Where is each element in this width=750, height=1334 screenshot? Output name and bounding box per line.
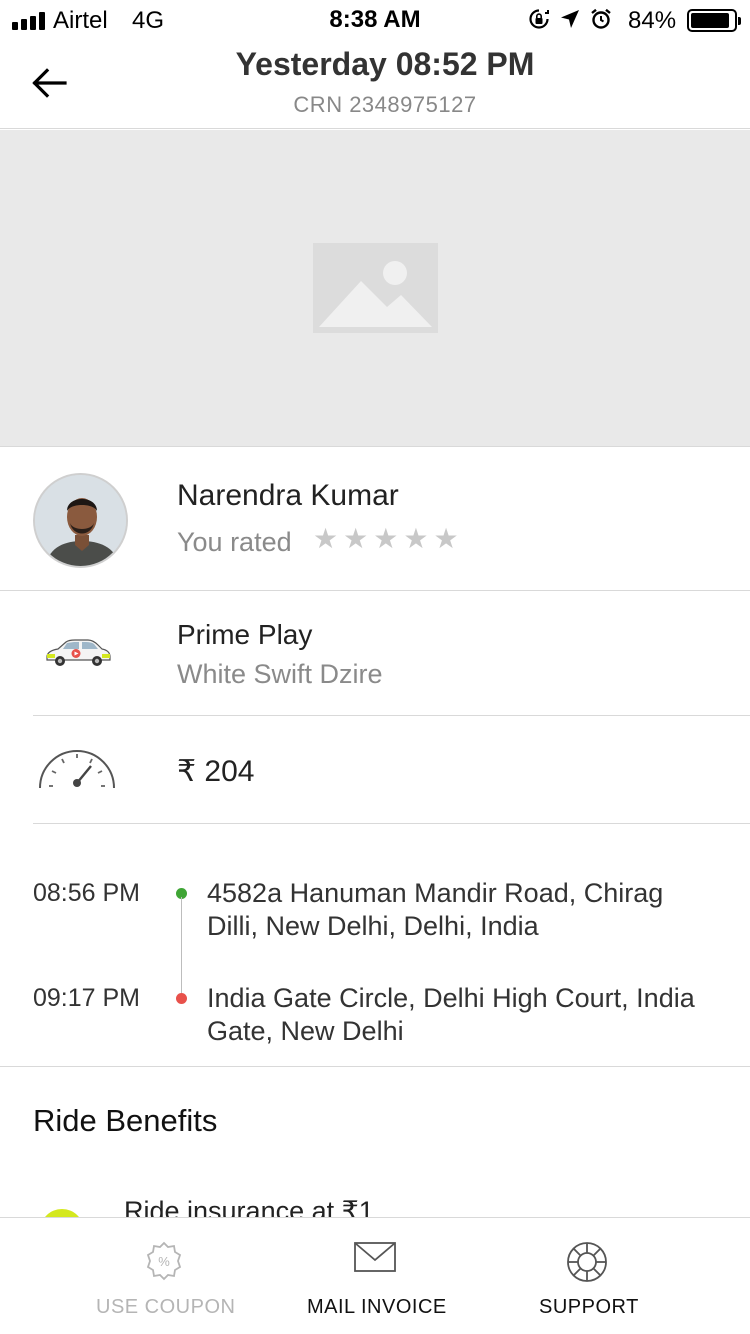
driver-name: Narendra Kumar: [177, 479, 399, 512]
crn-number: CRN 2348975127: [293, 92, 477, 117]
location-arrow-icon: [561, 10, 579, 28]
star-icon[interactable]: ★: [343, 525, 368, 553]
car-section: Prime Play White Swift Dzire: [0, 592, 750, 716]
support-label: SUPPORT: [539, 1296, 639, 1318]
page-title: Yesterday 08:52 PM: [235, 46, 535, 82]
mail-invoice-label: MAIL INVOICE: [307, 1296, 447, 1318]
ride-header: Yesterday 08:52 PM CRN 2348975127: [0, 40, 750, 129]
fare-section: ₹ 204: [0, 716, 750, 824]
orientation-lock-icon: [529, 9, 549, 29]
section-title: Ride Benefits: [33, 1103, 218, 1138]
bottom-action-bar: % USE COUPON MAIL INVOICE SUPPORT: [0, 1217, 750, 1334]
car-category: Prime Play: [177, 619, 313, 650]
driver-section: Narendra Kumar You rated ★ ★ ★ ★ ★: [0, 448, 750, 591]
use-coupon-label: USE COUPON: [96, 1296, 236, 1318]
drop-address: India Gate Circle, Delhi High Court, Ind…: [207, 983, 695, 1046]
rating-stars[interactable]: ★ ★ ★ ★ ★: [313, 525, 459, 553]
image-placeholder-icon: [313, 243, 438, 333]
pickup-address: 4582a Hanuman Mandir Road, Chirag Dilli,…: [207, 878, 664, 941]
route-map: [0, 130, 750, 447]
car-icon: [46, 639, 111, 666]
drop-marker-icon: [176, 993, 187, 1004]
status-bar: Airtel 4G 8:38 AM 84%: [0, 0, 750, 40]
support-button[interactable]: SUPPORT: [520, 1218, 654, 1334]
rating-label: You rated: [177, 527, 292, 557]
drop-time: 09:17 PM: [33, 984, 141, 1012]
status-icons: [528, 8, 612, 30]
support-icon: [567, 1242, 607, 1282]
speedometer-icon: [39, 750, 115, 789]
star-icon[interactable]: ★: [373, 525, 398, 553]
star-icon[interactable]: ★: [313, 525, 338, 553]
trip-details: 08:56 PM 4582a Hanuman Mandir Road, Chir…: [0, 824, 750, 1067]
battery-percent: 84%: [628, 7, 677, 34]
battery-icon: [687, 9, 741, 32]
mail-invoice-button[interactable]: MAIL INVOICE: [290, 1218, 460, 1334]
star-icon[interactable]: ★: [433, 525, 458, 553]
svg-text:%: %: [158, 1254, 170, 1269]
benefit-label: Ride insurance at ₹1: [124, 1196, 374, 1217]
mail-icon: [354, 1242, 396, 1272]
insurance-icon: [40, 1209, 84, 1217]
pickup-time: 08:56 PM: [33, 879, 141, 907]
fare-amount: ₹ 204: [177, 755, 255, 788]
star-icon[interactable]: ★: [403, 525, 428, 553]
route-connector: [181, 897, 182, 998]
list-item[interactable]: Ride insurance at ₹1: [0, 1190, 750, 1217]
use-coupon-button[interactable]: % USE COUPON: [80, 1218, 248, 1334]
car-model: White Swift Dzire: [177, 659, 383, 689]
alarm-icon: [591, 8, 611, 29]
coupon-icon: %: [146, 1241, 182, 1281]
avatar: [33, 473, 128, 568]
